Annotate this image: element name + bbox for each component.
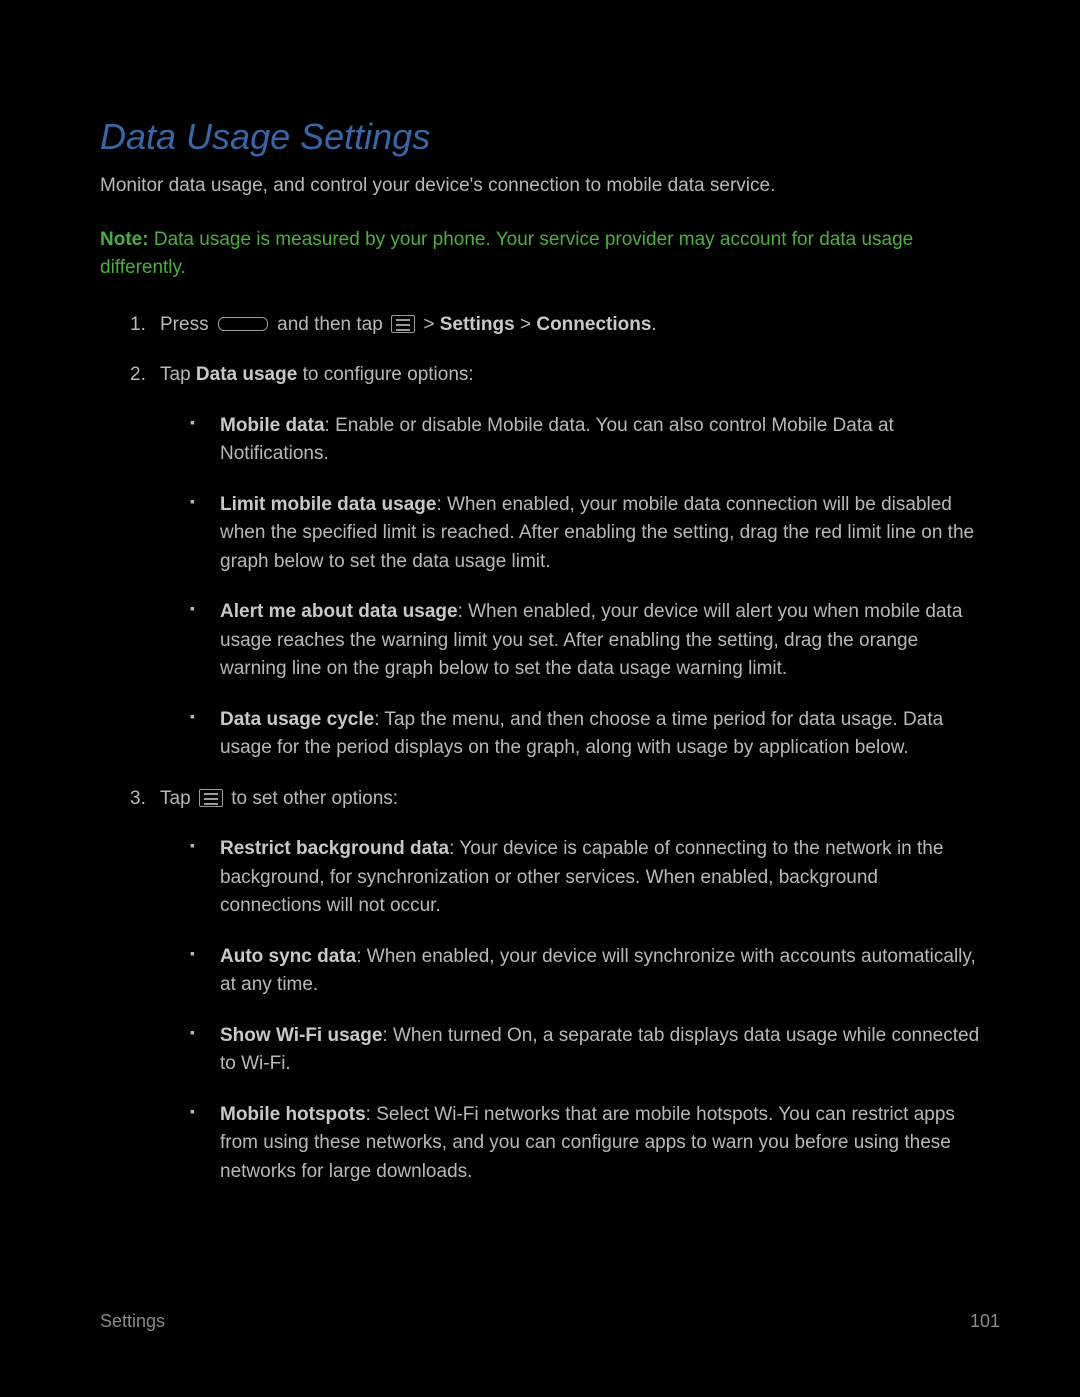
note-label: Note: [100, 229, 149, 250]
menu-icon [391, 315, 415, 333]
footer-section: Settings [100, 1308, 165, 1335]
step-1-end: . [651, 314, 656, 335]
option-label: Restrict background data [220, 838, 449, 859]
option-auto-sync: Auto sync data: When enabled, your devic… [190, 943, 980, 1000]
step-1-mid: and then tap [272, 314, 388, 335]
step-1-connections: Connections [536, 314, 651, 335]
option-label: Mobile hotspots [220, 1104, 366, 1125]
footer-page-number: 101 [970, 1308, 1000, 1335]
steps-list: Press and then tap > Settings > Connecti… [100, 311, 980, 1187]
option-label: Mobile data [220, 415, 325, 436]
note-text: Data usage is measured by your phone. Yo… [100, 229, 913, 279]
page-footer: Settings 101 [100, 1308, 1000, 1335]
step-3: Tap to set other options: Restrict backg… [130, 785, 980, 1187]
step-2: Tap Data usage to configure options: Mob… [130, 361, 980, 763]
option-restrict-background: Restrict background data: Your device is… [190, 835, 980, 921]
step-2-before: Tap [160, 364, 196, 385]
step-3-before: Tap [160, 788, 196, 809]
step-1: Press and then tap > Settings > Connecti… [130, 311, 980, 340]
option-data-usage-cycle: Data usage cycle: Tap the menu, and then… [190, 706, 980, 763]
menu-icon [199, 789, 223, 807]
note-paragraph: Note: Data usage is measured by your pho… [100, 226, 980, 283]
options-list-1: Mobile data: Enable or disable Mobile da… [160, 412, 980, 763]
option-label: Auto sync data [220, 946, 356, 967]
option-mobile-data: Mobile data: Enable or disable Mobile da… [190, 412, 980, 469]
home-button-icon [218, 317, 268, 331]
step-1-before: Press [160, 314, 214, 335]
option-label: Show Wi-Fi usage [220, 1025, 382, 1046]
option-alert-data-usage: Alert me about data usage: When enabled,… [190, 598, 980, 684]
step-2-after: to configure options: [297, 364, 473, 385]
option-limit-mobile-data: Limit mobile data usage: When enabled, y… [190, 491, 980, 577]
option-label: Data usage cycle [220, 709, 374, 730]
step-2-bold: Data usage [196, 364, 297, 385]
step-1-gt1: > [418, 314, 440, 335]
option-mobile-hotspots: Mobile hotspots: Select Wi-Fi networks t… [190, 1101, 980, 1187]
option-label: Limit mobile data usage [220, 494, 436, 515]
step-3-after: to set other options: [226, 788, 398, 809]
step-1-sep: > [515, 314, 537, 335]
step-1-settings: Settings [440, 314, 515, 335]
intro-text: Monitor data usage, and control your dev… [100, 172, 980, 201]
options-list-2: Restrict background data: Your device is… [160, 835, 980, 1186]
option-show-wifi: Show Wi-Fi usage: When turned On, a sepa… [190, 1022, 980, 1079]
option-label: Alert me about data usage [220, 601, 458, 622]
page-title: Data Usage Settings [100, 0, 980, 172]
